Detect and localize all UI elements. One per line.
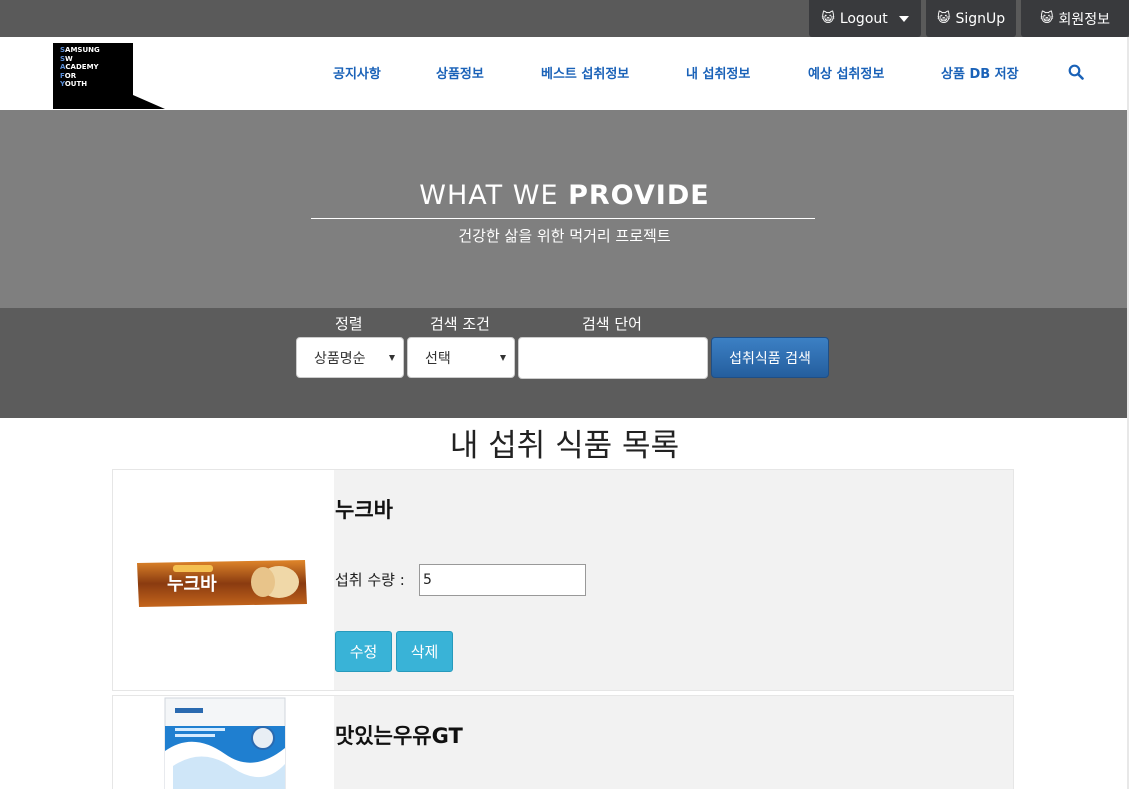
- edit-button[interactable]: 수정: [335, 631, 392, 672]
- condition-label: 검색 조건: [430, 315, 490, 333]
- signup-label: SignUp: [955, 10, 1006, 27]
- intake-search-button[interactable]: 섭취식품 검색: [711, 337, 829, 378]
- milk-carton-image: [164, 697, 286, 789]
- user-icon: 😺: [1039, 11, 1054, 26]
- sort-select[interactable]: 상품명순: [296, 337, 404, 378]
- keyword-input[interactable]: [518, 337, 708, 379]
- condition-select-value: 선택: [425, 350, 451, 367]
- nav-expected-intake[interactable]: 예상 섭취정보: [808, 63, 884, 82]
- hero-divider: [311, 218, 815, 219]
- main-navbar: SAMSUNG SW ACADEMY FOR YOUTH 공지사항 상품정보 베…: [0, 37, 1129, 110]
- hero-title-light: WHAT WE: [419, 180, 569, 211]
- nav-product-info[interactable]: 상품정보: [436, 63, 484, 82]
- search-panel: 정렬 검색 조건 검색 단어 상품명순 선택 섭취식품 검색: [0, 308, 1129, 418]
- user-icon: 😺: [821, 11, 835, 26]
- logo-text: SAMSUNG SW ACADEMY FOR YOUTH: [60, 46, 100, 88]
- quantity-label: 섭취 수량 :: [335, 571, 405, 589]
- sort-select-value: 상품명순: [314, 350, 366, 367]
- nav-notice[interactable]: 공지사항: [333, 63, 381, 82]
- list-item: 맛있는우유GT: [112, 695, 1014, 789]
- condition-select[interactable]: 선택: [407, 337, 515, 378]
- page-title: 내 섭취 식품 목록: [449, 428, 680, 464]
- keyword-label: 검색 단어: [582, 315, 642, 333]
- delete-button[interactable]: 삭제: [396, 631, 453, 672]
- list-item: 누크바 누크바 섭취 수량 : 5 수정 삭제: [112, 469, 1014, 691]
- caret-down-icon: [898, 15, 909, 22]
- product-name: 맛있는우유GT: [335, 724, 463, 748]
- dropdown-arrow-icon: [500, 355, 506, 361]
- nav-product-db-save[interactable]: 상품 DB 저장: [941, 63, 1019, 82]
- product-image-text: 누크바: [167, 574, 217, 595]
- search-icon[interactable]: [1068, 64, 1084, 80]
- hero-banner: WHAT WE PROVIDE 건강한 삶을 위한 먹거리 프로젝트: [0, 110, 1129, 308]
- hero-title-bold: PROVIDE: [568, 180, 710, 211]
- product-name: 누크바: [335, 498, 393, 522]
- top-utility-bar: 😺 Logout 😺 SignUp 😺 회원정보: [0, 0, 1129, 37]
- nav-my-intake[interactable]: 내 섭취정보: [686, 63, 750, 82]
- quantity-input[interactable]: 5: [419, 564, 586, 596]
- nukebar-product-image: 누크바: [137, 560, 307, 607]
- signup-button[interactable]: 😺 SignUp: [926, 0, 1016, 37]
- hero-title: WHAT WE PROVIDE: [0, 180, 1129, 211]
- user-icon: 😺: [936, 11, 951, 26]
- logout-button[interactable]: 😺 Logout: [809, 0, 921, 37]
- profile-button[interactable]: 😺 회원정보: [1021, 0, 1129, 37]
- logout-label: Logout: [839, 10, 888, 27]
- dropdown-arrow-icon: [389, 355, 395, 361]
- samsung-sw-academy-logo[interactable]: SAMSUNG SW ACADEMY FOR YOUTH: [53, 43, 165, 109]
- product-image-cell: [113, 696, 334, 789]
- profile-label: 회원정보: [1058, 11, 1111, 28]
- nav-best-intake[interactable]: 베스트 섭취정보: [541, 63, 629, 82]
- sort-label: 정렬: [335, 315, 363, 333]
- hero-subtitle: 건강한 삶을 위한 먹거리 프로젝트: [458, 227, 671, 245]
- product-image-cell: 누크바: [113, 470, 334, 690]
